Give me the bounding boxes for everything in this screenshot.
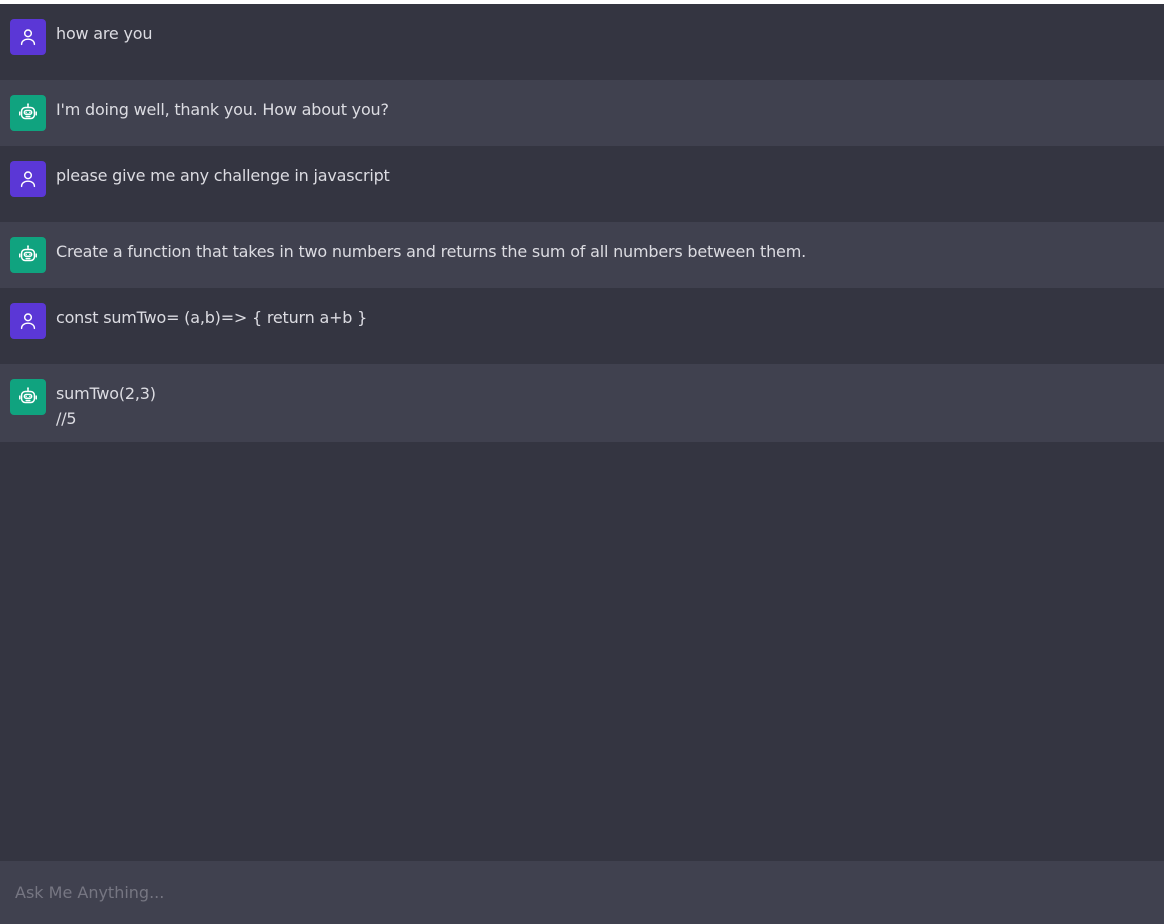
chat-message-ai: Create a function that takes in two numb… [0, 222, 1164, 288]
bot-avatar [10, 379, 46, 415]
chat-message-user: const sumTwo= (a,b)=> { return a+b } [0, 288, 1164, 364]
user-avatar [10, 303, 46, 339]
chat-app: how are you I'm doing well, thank you. H… [0, 4, 1164, 924]
chat-message-user: how are you [0, 4, 1164, 80]
chat-container: how are you I'm doing well, thank you. H… [0, 4, 1164, 860]
message-text: Create a function that takes in two numb… [56, 242, 806, 261]
bot-avatar [10, 237, 46, 273]
message-text: I'm doing well, thank you. How about you… [56, 100, 389, 119]
user-icon [20, 313, 36, 330]
bot-icon [19, 245, 37, 262]
user-avatar [10, 19, 46, 55]
chat-message-user: please give me any challenge in javascri… [0, 146, 1164, 222]
message-text: sumTwo(2,3) //5 [56, 384, 156, 428]
chat-message-ai: I'm doing well, thank you. How about you… [0, 80, 1164, 146]
prompt-input[interactable] [0, 861, 1164, 924]
bot-icon [19, 103, 37, 120]
bot-avatar [10, 95, 46, 131]
message-text: const sumTwo= (a,b)=> { return a+b } [56, 308, 368, 327]
bot-icon [19, 387, 37, 404]
composer-bar [0, 861, 1164, 924]
user-avatar [10, 161, 46, 197]
message-text: please give me any challenge in javascri… [56, 166, 390, 185]
chat-message-ai: sumTwo(2,3) //5 [0, 364, 1164, 442]
user-icon [20, 171, 36, 188]
user-icon [20, 29, 36, 46]
message-text: how are you [56, 24, 153, 43]
